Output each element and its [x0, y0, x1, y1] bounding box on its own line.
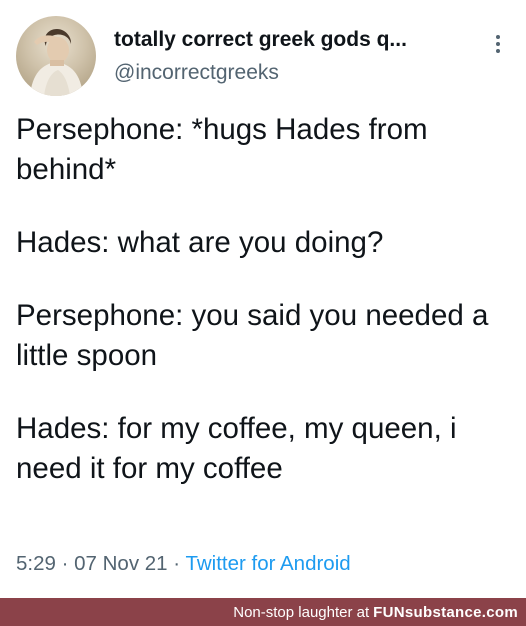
watermark-footer: Non-stop laughter at FUNsubstance.com — [0, 598, 526, 626]
tweet-meta: 5:29 · 07 Nov 21 · Twitter for Android — [16, 550, 510, 578]
tweet-time[interactable]: 5:29 — [16, 552, 56, 575]
tweet-line: Persephone: you said you needed a little… — [16, 299, 489, 372]
more-dot — [496, 49, 500, 53]
page: totally correct greek gods q... @incorre… — [0, 0, 526, 626]
avatar-image — [30, 29, 83, 96]
more-dot — [496, 35, 500, 39]
user-handle[interactable]: @incorrectgreeks — [114, 59, 474, 87]
meta-separator: · — [167, 552, 186, 575]
avatar[interactable] — [16, 16, 96, 96]
more-vertical-icon[interactable] — [486, 32, 510, 56]
display-name[interactable]: totally correct greek gods q... — [114, 26, 454, 54]
meta-separator: · — [55, 552, 75, 575]
author-names: totally correct greek gods q... @incorre… — [114, 26, 474, 87]
tweet-line: Hades: for my coffee, my queen, i need i… — [16, 412, 457, 485]
more-dot — [496, 42, 500, 46]
tweet-date[interactable]: 07 Nov 21 — [74, 552, 167, 575]
tweet-line: Persephone: *hugs Hades from behind* — [16, 113, 428, 186]
tweet-line: Hades: what are you doing? — [16, 226, 384, 259]
footer-brand: FUNsubstance.com — [373, 603, 518, 621]
footer-tagline: Non-stop laughter at — [233, 603, 370, 621]
tweet-text: Persephone: *hugs Hades from behind* Had… — [16, 110, 510, 489]
tweet: totally correct greek gods q... @incorre… — [0, 0, 526, 598]
tweet-source-link[interactable]: Twitter for Android — [185, 552, 350, 575]
tweet-header: totally correct greek gods q... @incorre… — [16, 16, 510, 102]
